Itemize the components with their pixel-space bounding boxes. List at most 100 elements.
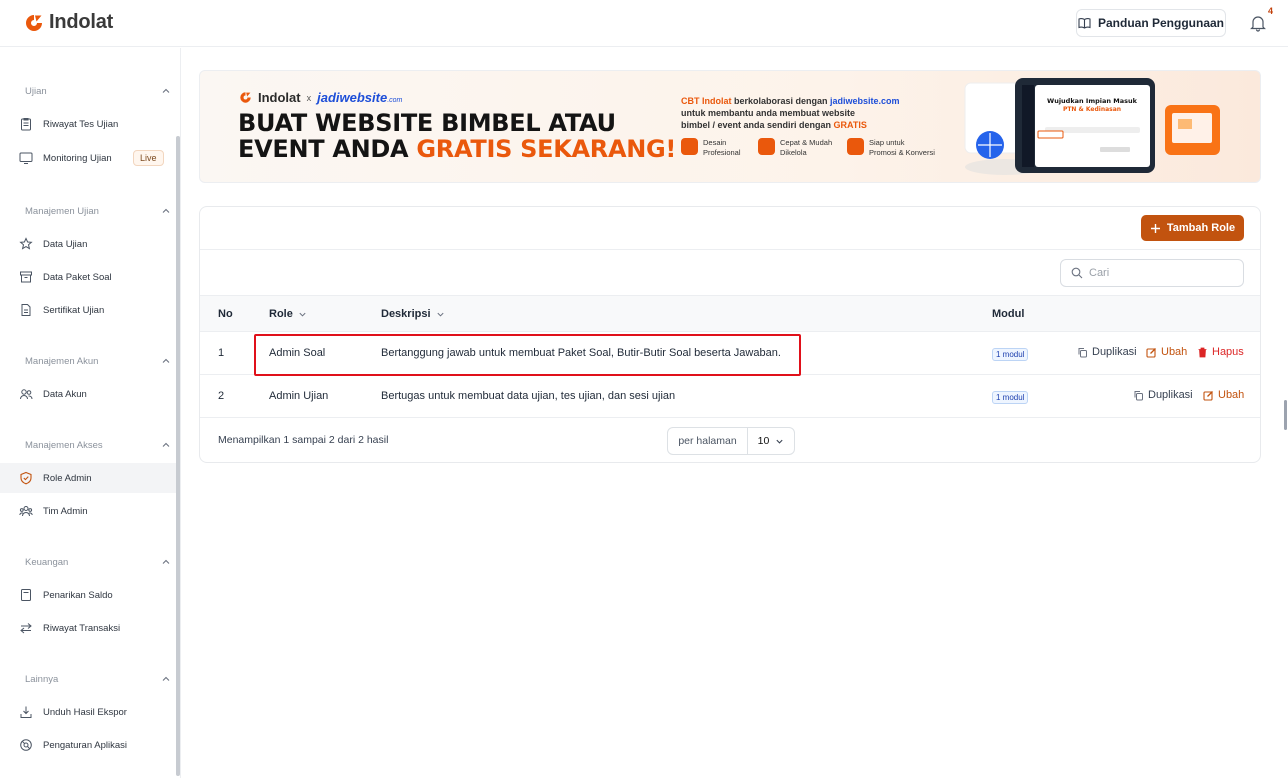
column-modul: Modul (992, 308, 1025, 320)
banner-brand: Indolat x jadiwebsite.com (239, 90, 402, 105)
duplicate-button[interactable]: Duplikasi (1133, 389, 1193, 401)
bell-icon[interactable] (1249, 14, 1267, 32)
banner-headline-2a: EVENT ANDA (238, 135, 417, 163)
per-page-select[interactable]: per halaman 10 (667, 427, 795, 455)
sidebar-item-label: Riwayat Transaksi (43, 622, 121, 634)
column-no: No (218, 308, 233, 320)
settings-icon (20, 739, 32, 751)
banner-desc-a: CBT Indolat (681, 96, 732, 106)
banner-headline-1: BUAT WEBSITE BIMBEL ATAU (238, 109, 616, 137)
shield-check-icon (20, 471, 32, 485)
sidebar-section-manajemen-akun: Manajemen Akun (25, 356, 99, 367)
clipboard-icon (21, 118, 31, 131)
speedometer-icon (758, 138, 775, 155)
banner-desc-b: berkolaborasi dengan (731, 96, 831, 106)
banner-desc-c: jadiwebsite.com (830, 96, 900, 106)
add-role-button[interactable]: Tambah Role (1141, 215, 1244, 241)
column-desc-label: Deskripsi (381, 308, 431, 320)
sidebar-item-label: Penarikan Saldo (43, 589, 113, 601)
modul-badge[interactable]: 1 modul (992, 348, 1029, 361)
cell-no: 2 (218, 390, 225, 402)
sidebar-item-riwayat-transaksi[interactable]: Riwayat Transaksi (0, 613, 176, 643)
sidebar-item-data-akun[interactable]: Data Akun (0, 379, 176, 409)
guide-button[interactable]: Panduan Penggunaan (1076, 9, 1226, 37)
sidebar-item-riwayat-tes-ujian[interactable]: Riwayat Tes Ujian (0, 109, 176, 139)
sidebar-section-manajemen-akses: Manajemen Akses (25, 440, 103, 451)
table-row: 2 Admin Ujian Bertugas untuk membuat dat… (200, 375, 1260, 418)
feature-line: Profesional (703, 148, 741, 157)
search-input[interactable] (1089, 267, 1229, 279)
edit-icon (1146, 347, 1156, 358)
chevron-up-icon[interactable] (161, 557, 171, 567)
partner-suffix: .com (387, 97, 403, 104)
sidebar-item-tim-admin[interactable]: Tim Admin (0, 496, 176, 526)
per-page-dropdown[interactable]: 10 (748, 435, 794, 447)
guide-button-label: Panduan Penggunaan (1097, 16, 1224, 30)
feature-line: Promosi & Konversi (869, 148, 935, 157)
indolat-logo-icon (240, 92, 251, 103)
app-name: Indolat (49, 11, 114, 33)
sidebar-item-sertifikat-ujian[interactable]: Sertifikat Ujian (0, 295, 176, 325)
partner-name: jadiwebsite (317, 90, 388, 105)
chevron-down-icon (776, 439, 783, 444)
modul-badge[interactable]: 1 modul (992, 391, 1029, 404)
notification-count: 4 (1268, 6, 1274, 16)
feature-line: Siap untuk (869, 138, 905, 147)
duplicate-label: Duplikasi (1148, 389, 1193, 401)
promo-banner[interactable]: Indolat x jadiwebsite.com BUAT WEBSITE B… (199, 70, 1261, 183)
chevron-up-icon[interactable] (161, 440, 171, 450)
live-badge: Live (133, 150, 164, 166)
sidebar-item-penarikan-saldo[interactable]: Penarikan Saldo (0, 580, 176, 610)
edit-label: Ubah (1218, 389, 1245, 401)
duplicate-button[interactable]: Duplikasi (1077, 346, 1137, 358)
column-role-label: Role (269, 308, 293, 320)
sidebar-item-label: Role Admin (43, 472, 92, 484)
search-icon (1071, 267, 1083, 279)
target-icon (847, 138, 864, 155)
sidebar-item-label: Riwayat Tes Ujian (43, 118, 119, 130)
edit-icon (1203, 390, 1213, 401)
feature-line: Cepat & Mudah (780, 138, 833, 147)
sidebar-item-label: Tim Admin (43, 505, 88, 517)
sidebar-item-pengaturan-aplikasi[interactable]: Pengaturan Aplikasi (0, 730, 176, 760)
per-page-value: 10 (757, 435, 770, 447)
copy-icon (1134, 390, 1143, 400)
sidebar-item-monitoring-ujian[interactable]: Monitoring Ujian Live (0, 143, 176, 173)
cell-no: 1 (218, 347, 225, 359)
users-icon (20, 389, 33, 400)
book-icon (1078, 18, 1091, 29)
sidebar-item-label: Data Paket Soal (43, 271, 112, 283)
sidebar-item-label: Monitoring Ujian (43, 152, 112, 164)
page-scrollbar[interactable] (1284, 400, 1287, 430)
team-icon (19, 506, 33, 517)
banner-feature-easy: Cepat & Mudah Dikelola (758, 138, 832, 158)
sidebar-item-unduh-hasil-ekspor[interactable]: Unduh Hasil Ekspor (0, 697, 176, 727)
search-box[interactable] (1060, 259, 1244, 287)
sidebar-item-role-admin[interactable]: Role Admin (0, 463, 176, 493)
delete-button[interactable]: Hapus (1197, 346, 1244, 358)
trash-icon (1198, 347, 1207, 357)
chevron-up-icon[interactable] (161, 356, 171, 366)
banner-desc-f: GRATIS (833, 120, 867, 130)
app-logo[interactable]: Indolat (24, 11, 113, 34)
edit-button[interactable]: Ubah (1203, 389, 1244, 401)
edit-button[interactable]: Ubah (1146, 346, 1187, 358)
column-description[interactable]: Deskripsi (381, 308, 445, 320)
per-page-label: per halaman (668, 428, 748, 454)
banner-x: x (306, 92, 312, 103)
indolat-logo-icon (26, 14, 42, 31)
table-header: No Role Deskripsi Modul (200, 295, 1260, 332)
sidebar-item-label: Pengaturan Aplikasi (43, 739, 127, 751)
column-role[interactable]: Role (269, 308, 307, 320)
cell-description: Bertugas untuk membuat data ujian, tes u… (381, 390, 676, 402)
art-title-2: PTN & Kedinasan (1063, 106, 1121, 113)
chevron-up-icon[interactable] (161, 206, 171, 216)
banner-brand-name: Indolat (258, 90, 301, 105)
star-icon (19, 237, 33, 250)
sidebar-item-data-ujian[interactable]: Data Ujian (0, 229, 176, 259)
sidebar-item-data-paket-soal[interactable]: Data Paket Soal (0, 262, 176, 292)
chevron-up-icon[interactable] (161, 674, 171, 684)
chevron-up-icon[interactable] (161, 86, 171, 96)
sidebar-scrollbar[interactable] (176, 136, 180, 776)
edit-label: Ubah (1161, 346, 1188, 358)
